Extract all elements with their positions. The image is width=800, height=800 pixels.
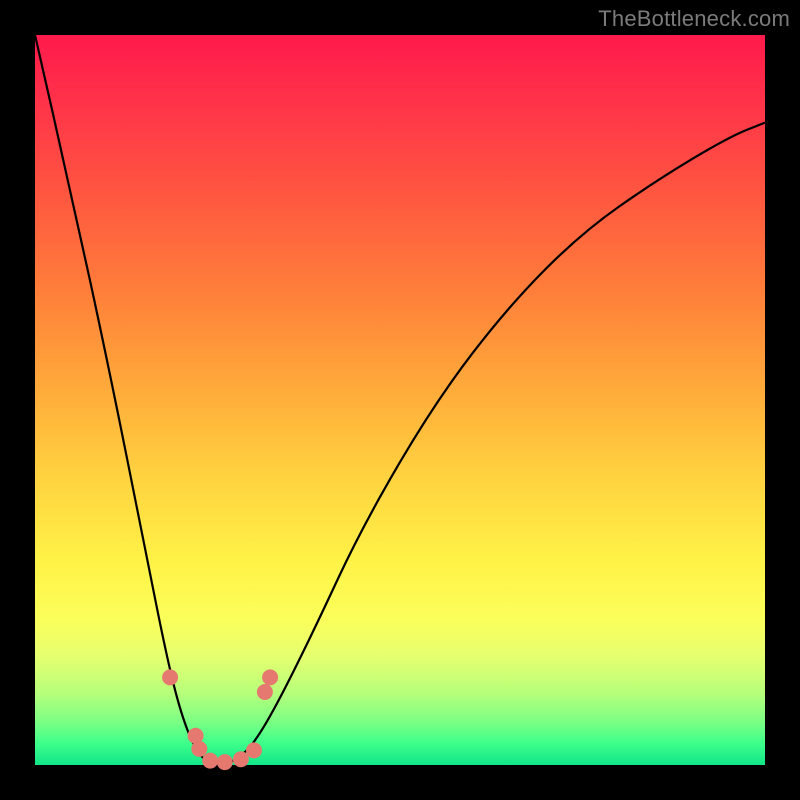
data-marker	[246, 742, 262, 758]
chart-frame: TheBottleneck.com	[0, 0, 800, 800]
data-marker	[217, 754, 233, 770]
watermark-text: TheBottleneck.com	[598, 6, 790, 32]
plot-area	[35, 35, 765, 765]
data-marker	[162, 669, 178, 685]
data-marker	[257, 684, 273, 700]
data-marker	[262, 669, 278, 685]
bottleneck-curve	[35, 35, 765, 765]
curve-path	[35, 35, 765, 765]
data-marker	[191, 741, 207, 757]
data-marker	[233, 751, 249, 767]
data-marker	[202, 753, 218, 769]
